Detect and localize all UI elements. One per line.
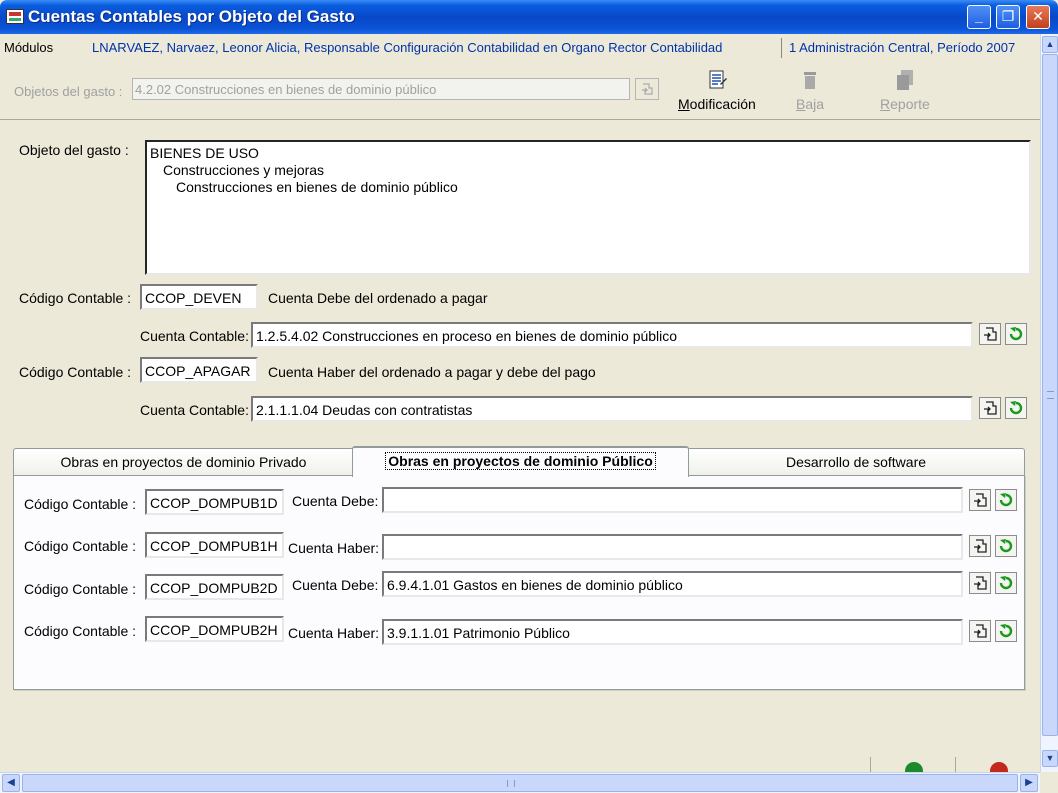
search-icon — [974, 576, 987, 590]
scroll-down-button[interactable]: ▼ — [1042, 750, 1058, 767]
scroll-left-button[interactable]: ◀ — [2, 774, 20, 792]
modify-icon — [709, 70, 727, 89]
reporte-button[interactable]: Reporte — [880, 68, 930, 112]
tab-obras-publico[interactable]: Obras en proyectos de dominio Público — [352, 446, 689, 477]
objetos-gasto-label: Objetos del gasto : — [14, 84, 123, 99]
codigo-contable-field[interactable]: CCOP_APAGAR — [140, 357, 258, 383]
codigo-contable-field[interactable]: CCOP_DOMPUB2D — [145, 574, 284, 600]
trash-icon — [804, 72, 817, 89]
cuenta-refresh-button[interactable] — [1005, 323, 1027, 345]
scroll-up-button[interactable]: ▲ — [1042, 36, 1058, 53]
codigo-contable-field[interactable]: CCOP_DOMPUB1H — [145, 532, 284, 558]
restore-button[interactable]: ❐ — [996, 5, 1020, 29]
modificacion-button[interactable]: Modificación — [678, 68, 756, 112]
app-icon — [6, 9, 24, 24]
cuenta-contable-label: Cuenta Contable: — [140, 402, 249, 418]
tab-desarrollo-software[interactable]: Desarrollo de software — [687, 448, 1025, 476]
codigo-contable-label: Código Contable : — [24, 581, 137, 597]
modificacion-label: odificación — [689, 96, 756, 112]
refresh-icon — [999, 493, 1013, 507]
baja-button[interactable]: Baja — [796, 68, 824, 112]
vertical-scroll-thumb[interactable] — [1042, 54, 1058, 736]
menu-separator — [781, 38, 782, 58]
search-icon — [974, 624, 987, 638]
codigo-contable-label: Código Contable : — [24, 623, 137, 639]
toolbar: Objetos del gasto : 4.2.02 Construccione… — [0, 62, 1040, 120]
cuenta-contable-field[interactable]: 2.1.1.1.04 Deudas con contratistas — [251, 396, 973, 422]
scroll-right-button[interactable]: ▶ — [1020, 774, 1038, 792]
tree-item: BIENES DE USO — [150, 145, 259, 161]
cuenta-haber-label: Cuenta Haber: — [288, 625, 380, 641]
codigo-contable-label: Código Contable : — [19, 364, 132, 380]
search-icon — [984, 401, 997, 415]
cuenta-search-button[interactable] — [979, 397, 1001, 419]
menu-bar: Módulos LNARVAEZ, Narvaez, Leonor Alicia… — [0, 34, 1040, 62]
cuenta-refresh-button[interactable] — [1005, 397, 1027, 419]
refresh-icon — [999, 576, 1013, 590]
cuenta-debe-label: Cuenta Debe: — [292, 493, 379, 509]
cuenta-haber-field[interactable] — [382, 534, 963, 560]
search-icon — [642, 83, 653, 95]
reporte-mnemonic: R — [880, 96, 891, 112]
refresh-icon — [999, 539, 1013, 553]
cuenta-search-button[interactable] — [969, 620, 991, 642]
user-info: LNARVAEZ, Narvaez, Leonor Alicia, Respon… — [92, 40, 723, 55]
cuenta-search-button[interactable] — [979, 323, 1001, 345]
title-bar: Cuentas Contables por Objeto del Gasto _… — [0, 0, 1058, 34]
reporte-label: eporte — [890, 96, 930, 112]
cuenta-contable-field[interactable]: 1.2.5.4.02 Construcciones en proceso en … — [251, 322, 973, 348]
menu-modulos[interactable]: Módulos — [4, 40, 53, 55]
status-separator — [870, 757, 871, 772]
scroll-corner — [1040, 772, 1058, 793]
minimize-button[interactable]: _ — [967, 5, 991, 29]
window-title: Cuentas Contables por Objeto del Gasto — [28, 7, 355, 26]
search-icon — [984, 327, 997, 341]
cuenta-search-button[interactable] — [969, 535, 991, 557]
tab-obras-publico-label: Obras en proyectos de dominio Público — [385, 452, 656, 470]
codigo-contable-label: Código Contable : — [24, 538, 137, 554]
refresh-icon — [1009, 401, 1023, 415]
report-icon — [896, 70, 913, 90]
cuenta-haber-label: Cuenta Haber: — [288, 540, 380, 556]
status-separator — [955, 757, 956, 772]
tab-obras-privado[interactable]: Obras en proyectos de dominio Privado — [13, 448, 354, 476]
objeto-gasto-label: Objeto del gasto : — [19, 142, 129, 158]
horizontal-scrollbar[interactable]: ◀ ▶ — [0, 772, 1040, 793]
cuenta-debe-field[interactable] — [382, 487, 963, 513]
cuenta-refresh-button[interactable] — [995, 535, 1017, 557]
close-button[interactable]: ✕ — [1026, 5, 1050, 29]
cuenta-refresh-button[interactable] — [995, 620, 1017, 642]
codigo-description: Cuenta Haber del ordenado a pagar y debe… — [268, 364, 596, 380]
cuenta-search-button[interactable] — [969, 489, 991, 511]
cuenta-refresh-button[interactable] — [995, 489, 1017, 511]
codigo-contable-field[interactable]: CCOP_DOMPUB2H — [145, 616, 284, 642]
codigo-description: Cuenta Debe del ordenado a pagar — [268, 290, 488, 306]
cuenta-debe-label: Cuenta Debe: — [292, 577, 379, 593]
tree-item: Construcciones en bienes de dominio públ… — [176, 179, 458, 195]
objeto-gasto-tree[interactable]: BIENES DE USO Construcciones y mejoras C… — [145, 140, 1031, 275]
search-icon — [974, 493, 987, 507]
cuenta-debe-field[interactable]: 6.9.4.1.01 Gastos en bienes de dominio p… — [382, 571, 963, 597]
codigo-contable-field[interactable]: CCOP_DEVEN — [140, 284, 258, 310]
cuenta-haber-field[interactable]: 3.9.1.1.01 Patrimonio Público — [382, 619, 963, 645]
refresh-icon — [1009, 327, 1023, 341]
baja-label: aja — [805, 96, 825, 112]
codigo-contable-label: Código Contable : — [24, 496, 137, 512]
objetos-gasto-input[interactable]: 4.2.02 Construcciones en bienes de domin… — [132, 78, 630, 100]
baja-mnemonic: B — [796, 96, 806, 112]
cuenta-search-button[interactable] — [969, 572, 991, 594]
vertical-scrollbar[interactable]: ▲ ▼ — [1040, 34, 1058, 772]
tree-item: Construcciones y mejoras — [163, 162, 325, 178]
search-icon — [974, 539, 987, 553]
status-bar — [0, 757, 1040, 772]
entity-period-info: 1 Administración Central, Período 2007 — [789, 40, 1016, 55]
horizontal-scroll-thumb[interactable] — [22, 774, 1018, 792]
objetos-gasto-search-button[interactable] — [635, 78, 659, 100]
refresh-icon — [999, 624, 1013, 638]
cuenta-refresh-button[interactable] — [995, 572, 1017, 594]
codigo-contable-label: Código Contable : — [19, 290, 132, 306]
modificacion-mnemonic: M — [678, 96, 690, 112]
cuenta-contable-label: Cuenta Contable: — [140, 328, 249, 344]
codigo-contable-field[interactable]: CCOP_DOMPUB1D — [145, 489, 284, 515]
